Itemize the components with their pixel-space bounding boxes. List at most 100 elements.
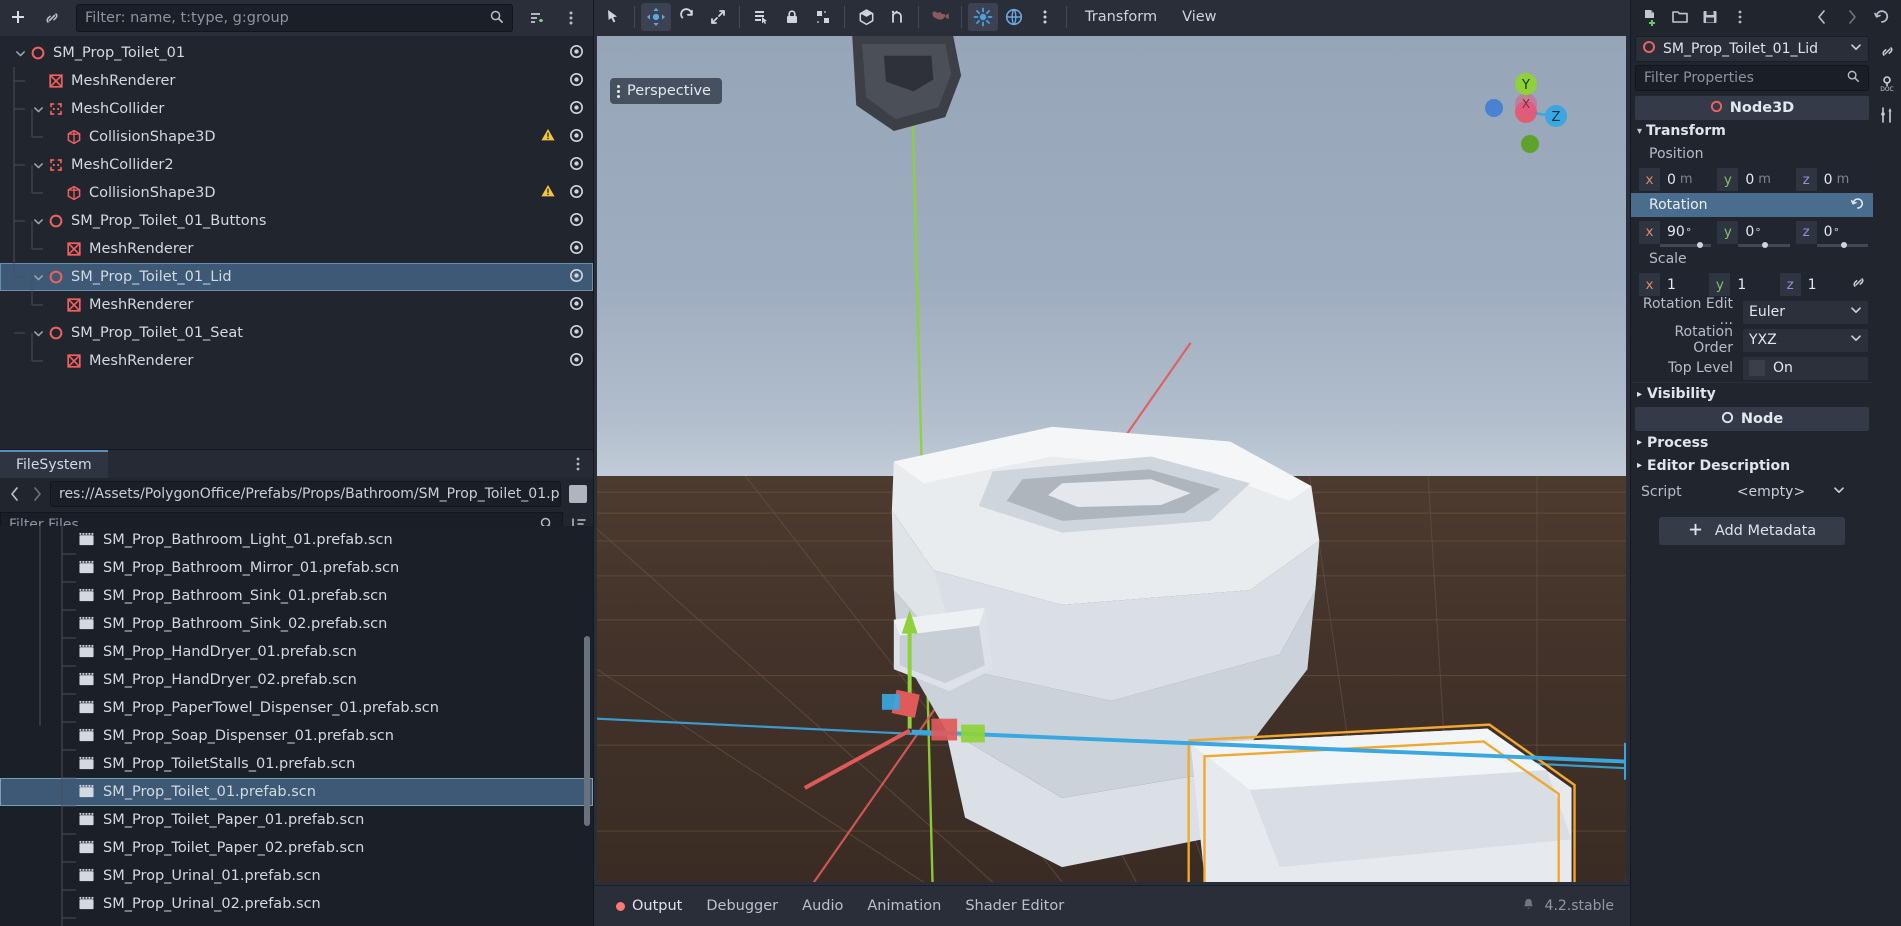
- file-list-item[interactable]: SM_Prop_Urinal_01.prefab.scn: [0, 862, 593, 890]
- scene-tree-item[interactable]: CollisionShape3D: [0, 123, 593, 151]
- visibility-toggle-icon[interactable]: [568, 183, 585, 204]
- filesystem-file-list[interactable]: SM_Prop_Bathroom_Light_01.prefab.scn SM_P…: [0, 526, 593, 926]
- scale-x-field[interactable]: x 1: [1639, 273, 1704, 296]
- file-list-item[interactable]: SM_Prop_Bathroom_Sink_01.prefab.scn: [0, 582, 593, 610]
- section-visibility[interactable]: ▸ Visibility: [1631, 382, 1873, 405]
- environment-preview-icon[interactable]: [999, 3, 1029, 31]
- file-list-item[interactable]: SM_Prop_HandDryer_02.prefab.scn: [0, 666, 593, 694]
- inspector-link-icon[interactable]: [1874, 38, 1900, 64]
- scene-tree-item[interactable]: MeshRenderer: [0, 67, 593, 95]
- scene-tree-item[interactable]: SM_Prop_Toilet_01_Buttons: [0, 207, 593, 235]
- visibility-toggle-icon[interactable]: [568, 127, 585, 148]
- revert-icon[interactable]: [1850, 196, 1873, 215]
- add-node-button[interactable]: [2, 2, 34, 34]
- scene-filter-input[interactable]: Filter: name, t:type, g:group: [76, 4, 513, 32]
- bottom-tab-audio[interactable]: Audio: [790, 886, 855, 926]
- scale-z-field[interactable]: z 1: [1779, 273, 1844, 296]
- rotation-z-field[interactable]: z 0 °: [1795, 220, 1868, 248]
- rotation-x-slider[interactable]: [1660, 241, 1712, 248]
- rotate-mode-icon[interactable]: [672, 3, 702, 31]
- scene-tree-item[interactable]: CollisionShape3D: [0, 179, 593, 207]
- file-list-item[interactable]: SM_Prop_Toilet_Paper_01.prefab.scn: [0, 806, 593, 834]
- viewport-settings-icon[interactable]: [1030, 3, 1060, 31]
- file-list-item[interactable]: SM_Prop_Urinal_02.prefab.scn: [0, 890, 593, 918]
- visibility-toggle-icon[interactable]: [568, 43, 585, 64]
- file-list-item[interactable]: SM_Prop_Bathroom_Mirror_01.prefab.scn: [0, 554, 593, 582]
- node-warning-icon[interactable]: [540, 127, 556, 147]
- property-script-value[interactable]: <empty>: [1715, 484, 1867, 500]
- toggle-split-mode-button[interactable]: [569, 485, 587, 503]
- visibility-toggle-icon[interactable]: [568, 323, 585, 344]
- property-rotation-edit-mode-select[interactable]: Euler: [1743, 300, 1868, 324]
- rotation-x-field[interactable]: x 90 °: [1639, 220, 1712, 248]
- property-filter-input[interactable]: Filter Properties: [1635, 65, 1869, 91]
- menu-transform[interactable]: Transform: [1073, 3, 1169, 31]
- file-list-item[interactable]: SM_Prop_Toilet_Paper_02.prefab.scn: [0, 834, 593, 862]
- visibility-toggle-icon[interactable]: [568, 211, 585, 232]
- scene-tree-item[interactable]: MeshRenderer: [0, 347, 593, 375]
- visibility-toggle-icon[interactable]: [568, 71, 585, 92]
- class-header-node[interactable]: Node: [1635, 407, 1869, 431]
- class-header-node3d[interactable]: Node3D: [1635, 96, 1869, 120]
- scene-tree-item[interactable]: MeshRenderer: [0, 291, 593, 319]
- sun-preview-icon[interactable]: [968, 3, 998, 31]
- visibility-toggle-icon[interactable]: [568, 351, 585, 372]
- new-resource-icon[interactable]: [1635, 3, 1665, 31]
- tree-twisty-icon[interactable]: [30, 328, 46, 339]
- inspector-node-selector[interactable]: SM_Prop_Toilet_01_Lid: [1635, 36, 1869, 62]
- file-list-item[interactable]: SM_Prop_HandDryer_01.prefab.scn: [0, 638, 593, 666]
- history-icon[interactable]: [1867, 3, 1897, 31]
- section-editor-description[interactable]: ▸ Editor Description: [1631, 454, 1873, 477]
- tree-twisty-icon[interactable]: [30, 216, 46, 227]
- visibility-toggle-icon[interactable]: [568, 155, 585, 176]
- rotation-y-field[interactable]: y 0 °: [1717, 220, 1790, 248]
- axis-gizmo[interactable]: X Y Z: [1480, 66, 1572, 158]
- bottom-tab-animation[interactable]: Animation: [855, 886, 953, 926]
- file-list-item[interactable]: SM_Prop_Soap_Dispenser_01.prefab.scn: [0, 722, 593, 750]
- move-mode-icon[interactable]: [641, 3, 671, 31]
- scene-tree-item[interactable]: MeshRenderer: [0, 235, 593, 263]
- scene-tree[interactable]: SM_Prop_Toilet_01 MeshRenderer MeshCollide…: [0, 36, 593, 449]
- filter-settings-icon[interactable]: [521, 2, 553, 34]
- scene-tree-item[interactable]: SM_Prop_Toilet_01: [0, 39, 593, 67]
- rotation-y-slider[interactable]: [1738, 241, 1790, 248]
- tree-twisty-icon[interactable]: [30, 160, 46, 171]
- instance-child-scene-icon[interactable]: [36, 2, 68, 34]
- file-list-scrollbar[interactable]: [584, 636, 590, 826]
- visibility-toggle-icon[interactable]: [568, 239, 585, 260]
- position-y-field[interactable]: y 0 m: [1717, 168, 1790, 191]
- visibility-toggle-icon[interactable]: [568, 267, 585, 288]
- visibility-toggle-icon[interactable]: [568, 295, 585, 316]
- rotation-z-slider[interactable]: [1816, 241, 1868, 248]
- resource-menu-icon[interactable]: [1725, 3, 1755, 31]
- scene-tree-item[interactable]: SM_Prop_Toilet_01_Seat: [0, 319, 593, 347]
- bottom-tab-shader-editor[interactable]: Shader Editor: [953, 886, 1076, 926]
- section-process[interactable]: ▸ Process: [1631, 431, 1873, 454]
- file-list-item[interactable]: SM_Prop_Bathroom_Sink_02.prefab.scn: [0, 610, 593, 638]
- node-warning-icon[interactable]: [540, 183, 556, 203]
- local-space-icon[interactable]: [851, 3, 881, 31]
- history-prev-icon[interactable]: [1807, 3, 1837, 31]
- property-top-level-checkbox[interactable]: On: [1743, 356, 1868, 380]
- filesystem-path-input[interactable]: res://Assets/PolygonOffice/Prefabs/Props…: [50, 481, 561, 507]
- notification-bell-icon[interactable]: [1521, 897, 1536, 916]
- scale-mode-icon[interactable]: [703, 3, 733, 31]
- section-transform[interactable]: ▾ Transform: [1631, 120, 1873, 142]
- scene-tree-item[interactable]: SM_Prop_Toilet_01_Lid: [0, 263, 593, 291]
- scene-tree-item[interactable]: MeshCollider2: [0, 151, 593, 179]
- lock-icon[interactable]: [777, 3, 807, 31]
- file-list-item[interactable]: SM_Prop_Toilet_01.prefab.scn: [0, 778, 593, 806]
- group-icon[interactable]: [808, 3, 838, 31]
- select-mode-icon[interactable]: [598, 3, 628, 31]
- list-select-icon[interactable]: [746, 3, 776, 31]
- filesystem-menu-icon[interactable]: [569, 450, 587, 478]
- file-list-item[interactable]: SM_Prop_ToiletStalls_01.prefab.scn: [0, 750, 593, 778]
- position-x-field[interactable]: x 0 m: [1639, 168, 1712, 191]
- position-z-field[interactable]: z 0 m: [1795, 168, 1868, 191]
- scene-tree-item[interactable]: MeshCollider: [0, 95, 593, 123]
- camera-preview-icon[interactable]: [925, 3, 955, 31]
- menu-view[interactable]: View: [1170, 3, 1228, 31]
- bottom-tab-debugger[interactable]: Debugger: [694, 886, 790, 926]
- tab-filesystem[interactable]: FileSystem: [0, 450, 108, 478]
- snap-icon[interactable]: [882, 3, 912, 31]
